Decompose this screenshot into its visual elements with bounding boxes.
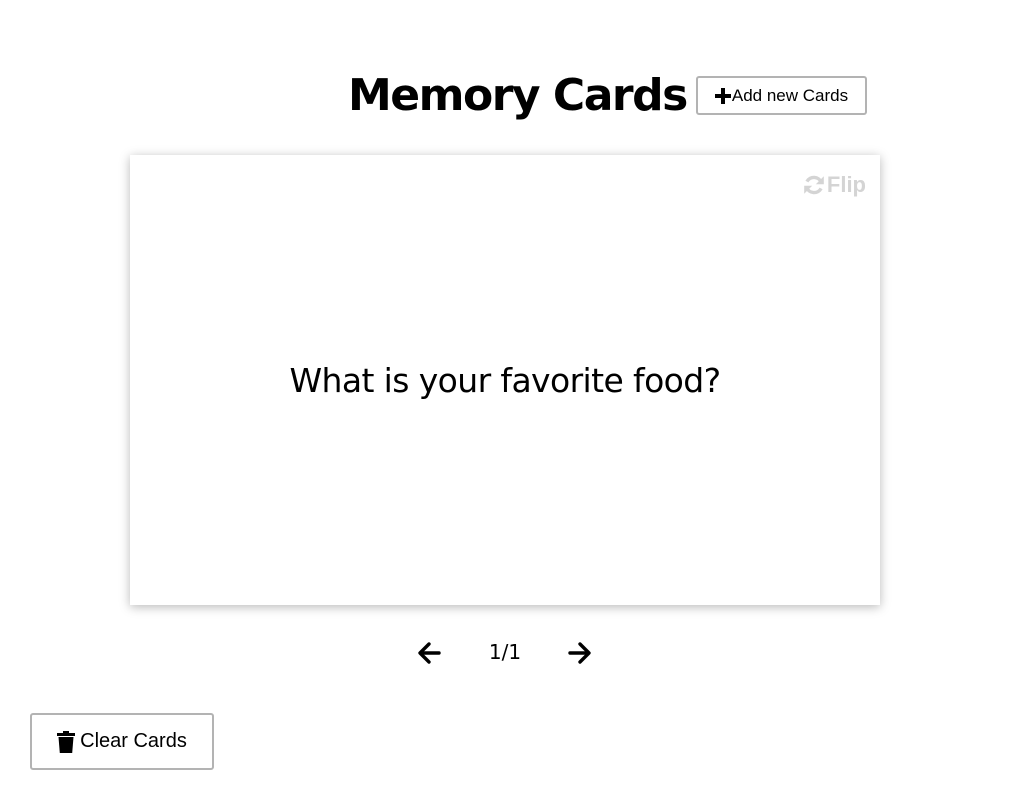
- next-card-button[interactable]: [565, 638, 595, 668]
- header: Memory Cards Add new Cards: [0, 62, 1009, 132]
- add-new-cards-label: Add new Cards: [731, 85, 849, 105]
- memory-card[interactable]: Flip What is your favorite food?: [130, 155, 880, 605]
- card-question: What is your favorite food?: [289, 360, 721, 400]
- arrow-right-icon: [568, 642, 591, 664]
- plus-icon: [714, 87, 731, 104]
- arrow-left-icon: [418, 642, 441, 664]
- page-title: Memory Cards: [348, 70, 688, 121]
- add-new-cards-button[interactable]: Add new Cards: [696, 76, 867, 115]
- card-navigation: 1/1: [0, 632, 1009, 672]
- page-counter: 1/1: [488, 640, 522, 664]
- clear-cards-label: Clear Cards: [80, 730, 187, 752]
- clear-cards-button[interactable]: Clear Cards: [30, 713, 214, 770]
- trash-icon: [57, 730, 76, 753]
- previous-card-button[interactable]: [414, 638, 444, 668]
- memory-cards-page: Memory Cards Add new Cards Flip What is …: [0, 0, 1009, 802]
